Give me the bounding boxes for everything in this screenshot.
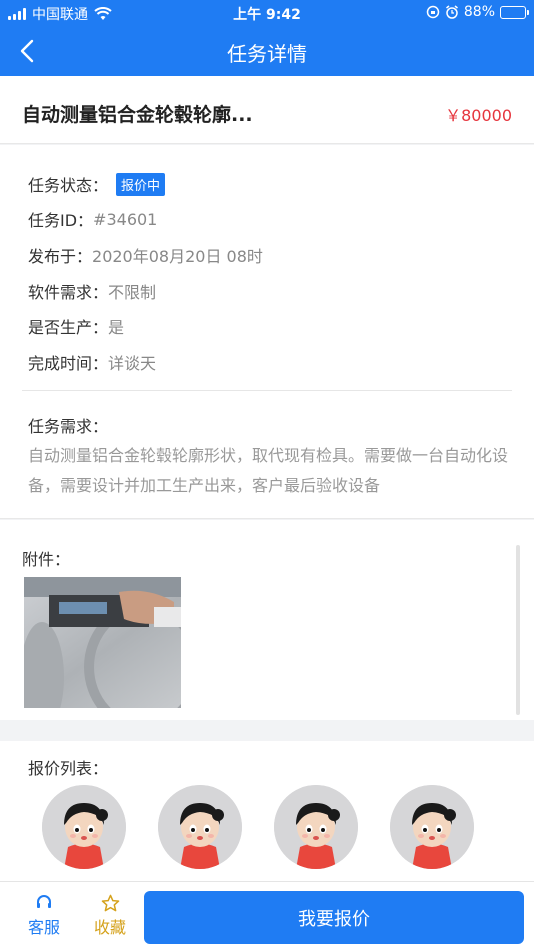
requirement-label: 任务需求： bbox=[28, 417, 109, 436]
published-value: 2020年08月20日 08时 bbox=[92, 247, 263, 266]
id-label: 任务ID： bbox=[28, 211, 94, 230]
deadline-value: 详谈天 bbox=[108, 354, 157, 373]
attachment-image[interactable] bbox=[24, 577, 181, 708]
attachment-section: 附件： bbox=[0, 520, 534, 720]
battery-icon bbox=[500, 5, 529, 19]
quoter-avatar[interactable] bbox=[390, 785, 474, 869]
status-badge: 报价中 bbox=[116, 172, 166, 196]
task-price: ￥80000 bbox=[445, 106, 512, 125]
page-title: 任务详情 bbox=[227, 42, 307, 66]
submit-quote-button[interactable]: 我要报价 bbox=[144, 891, 524, 944]
info-row-deadline: 完成时间： 详谈天 bbox=[28, 350, 156, 374]
published-label: 发布于： bbox=[28, 247, 93, 266]
quote-list: 报价列表： bbox=[0, 741, 534, 881]
headset-icon bbox=[37, 895, 51, 908]
quoter-avatar[interactable] bbox=[274, 785, 358, 869]
requirement-text: 自动测量铝合金轮毂轮廓形状，取代现有检具。需要做一台自动化设备，需要设计并加工生… bbox=[28, 446, 509, 495]
customer-service-label: 客服 bbox=[27, 918, 60, 937]
info-row-id: 任务ID： #34601 bbox=[28, 207, 157, 231]
software-value: 不限制 bbox=[108, 283, 157, 302]
scrollbar[interactable] bbox=[516, 545, 520, 715]
quoter-avatar[interactable] bbox=[42, 785, 126, 869]
favorite-button[interactable]: 收藏 bbox=[80, 894, 140, 938]
production-label: 是否生产： bbox=[28, 318, 109, 337]
info-row-published: 发布于： 2020年08月20日 08时 bbox=[28, 243, 263, 267]
star-icon bbox=[101, 894, 119, 912]
divider bbox=[22, 390, 512, 391]
deadline-label: 完成时间： bbox=[28, 354, 109, 373]
status-label: 任务状态： bbox=[28, 176, 109, 195]
battery-percent: 88% bbox=[463, 4, 495, 20]
task-title: 自动测量铝合金轮毂轮廓... bbox=[22, 104, 253, 126]
quoter-avatar[interactable] bbox=[158, 785, 242, 869]
quote-list-label: 报价列表： bbox=[28, 759, 109, 778]
software-label: 软件需求： bbox=[28, 283, 109, 302]
info-row-production: 是否生产： 是 bbox=[28, 314, 124, 338]
quote-avatars bbox=[42, 785, 474, 869]
info-row-software: 软件需求： 不限制 bbox=[28, 279, 156, 303]
status-bar: 中国联通 上午 9:42 88% bbox=[0, 0, 534, 26]
nav-bar: 任务详情 bbox=[0, 26, 534, 76]
id-value: #34601 bbox=[93, 209, 158, 229]
task-info: 任务状态： 报价中 任务ID： #34601 发布于： 2020年08月20日 … bbox=[0, 145, 534, 519]
task-header: 自动测量铝合金轮毂轮廓... ￥80000 bbox=[0, 76, 534, 144]
favorite-label: 收藏 bbox=[93, 918, 126, 937]
customer-service-button[interactable]: 客服 bbox=[14, 894, 74, 938]
info-row-status: 任务状态： 报价中 bbox=[28, 172, 166, 196]
rotation-lock-icon bbox=[426, 5, 440, 19]
production-value: 是 bbox=[108, 318, 125, 337]
alarm-icon bbox=[445, 5, 458, 19]
attachment-label: 附件： bbox=[22, 550, 71, 569]
bottom-bar: 客服 收藏 我要报价 bbox=[0, 881, 534, 950]
